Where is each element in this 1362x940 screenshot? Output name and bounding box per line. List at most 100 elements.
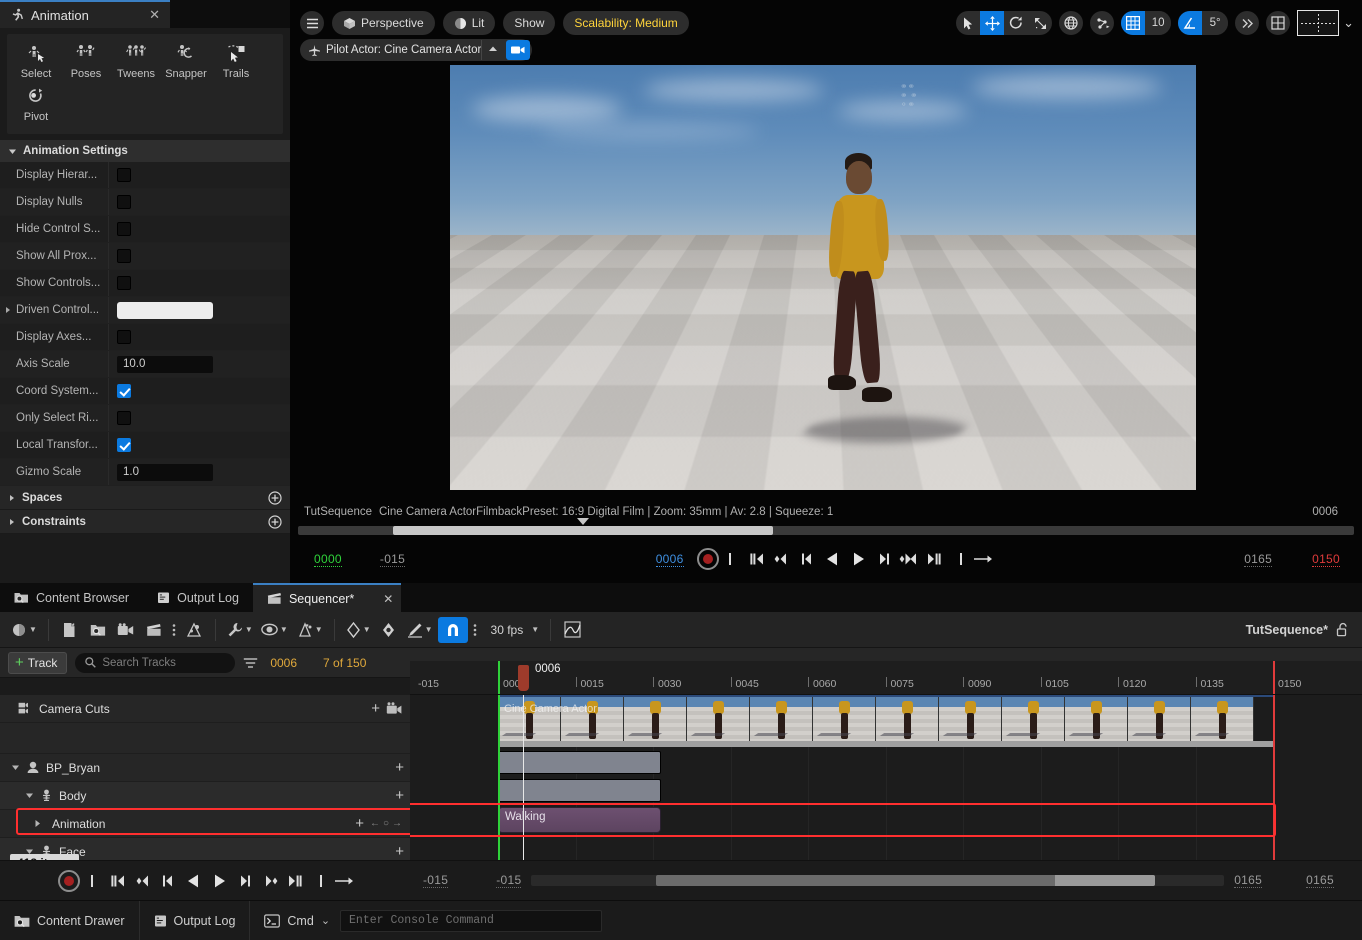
tool-select[interactable]: Select xyxy=(11,40,61,83)
tool-poses[interactable]: Poses xyxy=(61,40,111,83)
checkbox[interactable] xyxy=(117,330,131,344)
fps-selector[interactable]: 30 fps ▼ xyxy=(482,617,543,643)
jump-to-start-button[interactable] xyxy=(83,869,105,893)
playback-icon[interactable]: ▼ xyxy=(293,617,326,643)
chevron-down-icon[interactable]: ▼ xyxy=(425,625,433,634)
current-frame[interactable]: 0006 xyxy=(655,552,684,567)
view-start-value[interactable]: -015 xyxy=(496,873,522,888)
grid-icon[interactable] xyxy=(1121,11,1146,35)
range-start-green[interactable]: 0000 xyxy=(314,552,342,567)
play-reverse-button[interactable] xyxy=(822,547,844,571)
chevron-down-icon[interactable]: ▼ xyxy=(315,625,323,634)
pencil-icon[interactable]: ▼ xyxy=(404,617,436,643)
diamond-filled-icon[interactable] xyxy=(376,617,402,643)
track-row-animation[interactable]: Animation + ← ○ → xyxy=(0,810,410,838)
chevron-right-icon[interactable] xyxy=(8,518,16,526)
loop-mode-button[interactable] xyxy=(972,547,994,571)
rotate-tool[interactable] xyxy=(1004,11,1028,35)
next-section-button[interactable] xyxy=(283,869,305,893)
tab-content-browser[interactable]: Content Browser xyxy=(0,583,143,612)
wrench-icon[interactable]: ▼ xyxy=(224,617,256,643)
checkbox[interactable] xyxy=(117,438,131,452)
checkbox[interactable] xyxy=(117,222,131,236)
checkbox[interactable] xyxy=(117,384,131,398)
play-forward-button[interactable] xyxy=(208,869,230,893)
range-start-value[interactable]: -015 xyxy=(423,873,449,888)
chevron-right-icon[interactable] xyxy=(8,494,16,502)
plus-circle-icon[interactable] xyxy=(268,490,282,505)
view-range-end[interactable]: 0165 xyxy=(1244,552,1273,567)
world-icon[interactable]: ▼ xyxy=(8,617,40,643)
prev-key-icon[interactable]: ← xyxy=(370,818,380,829)
record-button[interactable] xyxy=(58,869,80,892)
eject-icon[interactable] xyxy=(481,40,503,60)
diamond-outline-icon[interactable]: ▼ xyxy=(343,617,374,643)
checkbox[interactable] xyxy=(117,249,131,263)
jump-to-end-button[interactable] xyxy=(947,547,969,571)
play-reverse-button[interactable] xyxy=(183,869,205,893)
step-forward-button[interactable] xyxy=(233,869,255,893)
add-track-icon[interactable]: + xyxy=(389,787,410,804)
previous-key-button[interactable] xyxy=(133,869,155,893)
angle-icon[interactable] xyxy=(1178,11,1203,35)
pilot-actor-bar[interactable]: Pilot Actor: Cine Camera Actor xyxy=(300,39,533,61)
next-key-button[interactable] xyxy=(897,547,919,571)
track-content-area[interactable]: Cine Camera Actor Walking xyxy=(410,695,1362,860)
tab-output-log[interactable]: Output Log xyxy=(143,583,253,612)
loop-mode-button[interactable] xyxy=(333,869,355,893)
play-forward-button[interactable] xyxy=(847,547,869,571)
view-mode-button[interactable]: Perspective xyxy=(332,11,435,35)
grid-snap-value[interactable]: 10 xyxy=(1145,11,1172,35)
output-log-button[interactable]: Output Log xyxy=(140,900,251,940)
close-icon[interactable]: ✕ xyxy=(383,592,393,606)
viewport-render[interactable]: ⚭⚭ ⚭ ⚭ ⚬⚭ xyxy=(450,65,1196,490)
translate-tool[interactable] xyxy=(980,11,1005,35)
unlocked-icon[interactable] xyxy=(1336,622,1350,637)
checkbox[interactable] xyxy=(117,411,131,425)
section-constraints[interactable]: Constraints xyxy=(0,510,290,534)
chevron-down-icon[interactable]: ▼ xyxy=(280,625,288,634)
tab-animation[interactable]: Animation ✕ xyxy=(0,0,170,28)
browse-icon[interactable] xyxy=(85,617,111,643)
playhead-handle[interactable] xyxy=(518,665,529,691)
number-input[interactable]: 1.0 xyxy=(117,463,213,481)
next-section-button[interactable] xyxy=(922,547,944,571)
add-track-icon[interactable]: + xyxy=(389,843,410,860)
camera-cuts-clip[interactable] xyxy=(498,695,1273,741)
angle-snap-value[interactable]: 5° xyxy=(1202,11,1229,35)
level-viewport[interactable]: ⚭⚭ ⚭ ⚭ ⚬⚭ Perspective Lit Show Scalabili… xyxy=(290,0,1362,583)
chevron-down-icon[interactable]: ▼ xyxy=(245,625,253,634)
checkbox[interactable] xyxy=(117,168,131,182)
scrollbar-thumb[interactable] xyxy=(656,875,1155,886)
track-row-bp-bryan[interactable]: BP_Bryan + xyxy=(0,754,410,782)
eye-icon[interactable]: ▼ xyxy=(258,617,291,643)
new-asset-icon[interactable]: * xyxy=(57,617,83,643)
previous-section-button[interactable] xyxy=(108,869,130,893)
scale-tool[interactable] xyxy=(1028,11,1052,35)
filter-icon[interactable] xyxy=(243,657,258,669)
content-drawer-button[interactable]: Content Drawer xyxy=(0,900,140,940)
tool-pivot[interactable]: Pivot xyxy=(11,83,61,126)
kebab-icon[interactable] xyxy=(169,617,179,643)
tool-trails[interactable]: Trails xyxy=(211,40,261,83)
scrollbar-thumb[interactable] xyxy=(393,518,774,535)
chevron-right-icon[interactable] xyxy=(30,819,44,828)
track-row-body[interactable]: Body + xyxy=(0,782,410,810)
tool-tweens[interactable]: Tweens xyxy=(111,40,161,83)
range-end-red[interactable]: 0150 xyxy=(1312,552,1340,567)
lighting-mode-button[interactable]: Lit xyxy=(442,11,496,35)
chevron-down-icon[interactable]: ▼ xyxy=(29,625,37,634)
chevron-down-icon[interactable] xyxy=(22,791,36,800)
camera-icon[interactable] xyxy=(506,40,531,60)
tab-sequencer[interactable]: Sequencer* ✕ xyxy=(252,583,402,612)
actions-icon[interactable] xyxy=(181,617,207,643)
cmd-selector[interactable]: Cmd ⌄ xyxy=(250,901,334,940)
chevron-down-icon[interactable]: ▼ xyxy=(531,625,539,634)
add-track-icon[interactable]: + xyxy=(389,759,410,776)
record-button[interactable] xyxy=(696,548,719,570)
key-navigation[interactable]: ← ○ → xyxy=(370,818,410,829)
sequencer-horizontal-scrollbar[interactable] xyxy=(531,875,1225,886)
next-key-icon[interactable]: → xyxy=(392,818,402,829)
hamburger-icon[interactable] xyxy=(300,11,324,35)
add-track-icon[interactable]: + xyxy=(349,815,370,832)
